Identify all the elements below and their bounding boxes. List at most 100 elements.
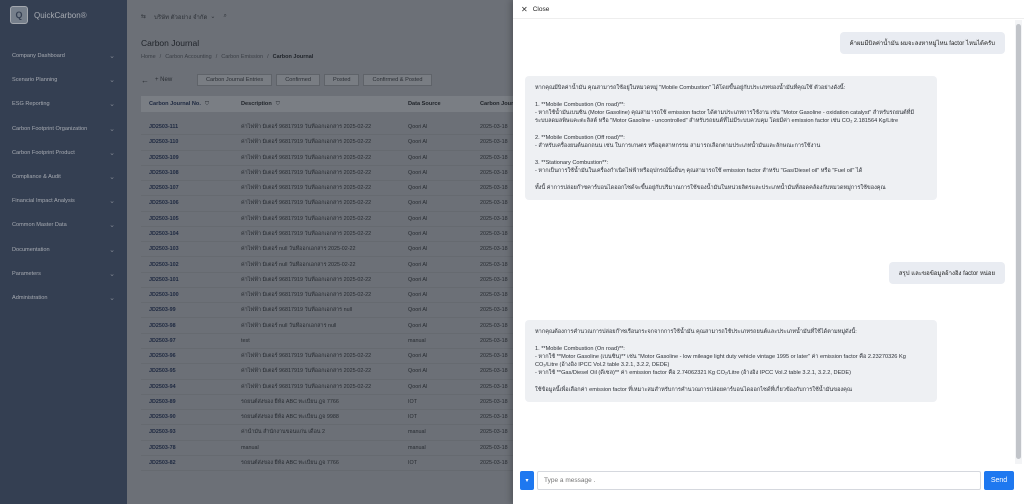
table-row[interactable]: JD2503-101 ค่าไฟฟ้า มิเตอร์ 96817919 วันท… [141,273,521,288]
close-button[interactable]: Close [533,6,550,13]
sidebar-item-financial-impact[interactable]: Financial Impact Analysis ⌄ [0,189,127,213]
table-row[interactable]: JD2503-110 ค่าไฟฟ้า มิเตอร์ 96817919 วันท… [141,135,521,151]
cell-journal-no[interactable]: JD2503-101 [141,277,233,283]
cell-journal-no[interactable]: JD2503-108 [141,170,233,176]
sidebar-item-carbon-footprint-organization[interactable]: Carbon Footprint Organization ⌄ [0,117,127,141]
cell-journal-no[interactable]: JD2503-97 [141,338,233,344]
company-selector[interactable]: บริษัท ตัวอย่าง จำกัด ⌄ [154,12,215,22]
table-row[interactable]: JD2503-100 ค่าไฟฟ้า มิเตอร์ 96817919 วันท… [141,288,521,304]
sidebar-item-parameters[interactable]: Parameters ⌄ [0,262,127,286]
table-row[interactable]: JD2503-90 รถยนต์ส่งของ ยี่ห้อ ABC ทะเบียน… [141,410,521,426]
table-row[interactable]: JD2503-82 รถยนต์ส่งของ ยี่ห้อ ABC ทะเบียน… [141,456,521,472]
table-header: Carbon Journal No. ⛉ Description ⛉ Data So… [141,96,521,112]
message-line: 1. **Mobile Combustion (On road)**: [535,345,625,352]
chevron-down-icon: ⌄ [109,198,115,206]
back-arrow-icon[interactable]: ← [141,76,155,85]
chat-scroll-thumb[interactable] [1016,24,1021,459]
close-icon[interactable]: ✕ [521,5,528,14]
message-input[interactable] [537,471,981,490]
cell-journal-no[interactable]: JD2503-90 [141,414,233,420]
cell-journal-no[interactable]: JD2503-95 [141,368,233,374]
send-button[interactable]: Send [984,471,1014,490]
header-data-source[interactable]: Data Source [400,101,472,107]
header-description[interactable]: Description ⛉ [233,101,400,108]
assistant-message-text: หากคุณต้องการคำนวณการปล่อยก๊าซเรือนกระจก… [535,328,927,394]
sidebar-item-compliance-audit[interactable]: Compliance & Audit ⌄ [0,165,127,189]
cell-journal-no[interactable]: JD2503-98 [141,323,233,329]
user-message: ค้าผมมีบิลค่าน้ำมัน ผมจะลงหาหมู่ไหน fact… [839,32,1005,54]
cell-journal-no[interactable]: JD2503-82 [141,460,233,466]
cell-journal-no[interactable]: JD2503-110 [141,139,233,145]
tab-confirmed[interactable]: Confirmed [276,74,321,86]
message-line: ทั้งนี้ ค่าการปล่อยก๊าซคาร์บอนไดออกไซด์จ… [535,184,886,191]
tab-posted[interactable]: Posted [324,74,360,86]
cell-description: test [241,337,250,344]
cell-journal-no[interactable]: JD2503-78 [141,445,233,451]
table-row[interactable]: JD2503-108 ค่าไฟฟ้า มิเตอร์ 96817919 วันท… [141,166,521,182]
journal-toolbar: ← + New Carbon Journal Entries Confirmed… [141,73,521,87]
cell-journal-no[interactable]: JD2503-105 [141,216,233,222]
cell-journal-no[interactable]: JD2503-102 [141,262,233,268]
table-row[interactable]: JD2503-111 ค่าไฟฟ้า มิเตอร์ 96817919 วันท… [141,120,521,136]
cell-journal-no[interactable]: JD2503-96 [141,353,233,359]
table-row[interactable]: JD2503-94 ค่าไฟฟ้า มิเตอร์ 96817919 วันที… [141,380,521,395]
table-row[interactable]: JD2503-109 ค่าไฟฟ้า มิเตอร์ 96817919 วันท… [141,151,521,166]
table-row[interactable]: JD2503-107 ค่าไฟฟ้า มิเตอร์ 96817919 วันท… [141,181,521,197]
table-row[interactable]: JD2503-102 ค่าไฟฟ้า มิเตอร์ null วันที่ออ… [141,257,521,273]
breadcrumb-home[interactable]: Home [141,54,156,60]
cell-journal-no[interactable]: JD2503-111 [141,124,233,130]
filter-icon[interactable]: ⛉ [276,101,280,107]
cell-journal-no[interactable]: JD2503-93 [141,429,233,435]
sidebar-item-administration[interactable]: Administration ⌄ [0,286,127,310]
cell-journal-no[interactable]: JD2503-89 [141,399,233,405]
table-row[interactable]: JD2503-99 ค่าไฟฟ้า มิเตอร์ 96817919 วันที… [141,303,521,319]
cell-data-source: Qoori AI [408,185,428,192]
cell-data-source: Qoori AI [408,154,428,161]
sidebar-item-carbon-footprint-product[interactable]: Carbon Footprint Product ⌄ [0,141,127,165]
tab-carbon-journal-entries[interactable]: Carbon Journal Entries [197,74,273,86]
table-row[interactable]: JD2503-103 ค่าไฟฟ้า มิเตอร์ null วันที่ออ… [141,242,521,258]
filter-icon[interactable]: ⛉ [205,101,209,107]
sidebar-item-documentation[interactable]: Documentation ⌄ [0,238,127,262]
table-row[interactable]: JD2503-96 ค่าไฟฟ้า มิเตอร์ 96817919 วันที… [141,349,521,365]
cell-description: ค่าไฟฟ้า มิเตอร์ 96817919 วันที่ออกเอกสา… [241,200,372,207]
table-row[interactable]: JD2503-93 ค่าน้ำมัน สำนักงานขอนแก่น เดือน… [141,425,521,441]
chevron-down-icon: ⌄ [109,101,115,109]
cell-description: ค่าไฟฟ้า มิเตอร์ null วันที่ออกเอกสาร 20… [241,261,356,268]
chevron-down-icon: ⌄ [109,246,115,254]
breadcrumb-carbon-accounting[interactable]: Carbon Accounting [165,54,211,60]
sidebar-item-company-dashboard[interactable]: Company Dashboard ⌄ [0,44,127,68]
table-row[interactable]: JD2503-105 ค่าไฟฟ้า มิเตอร์ 96817919 วันท… [141,212,521,227]
table-row[interactable]: JD2503-97 test manual 2025-03-18 [141,334,521,349]
breadcrumb-carbon-emission[interactable]: Carbon Emission [221,54,263,60]
cell-journal-no[interactable]: JD2503-107 [141,185,233,191]
new-button[interactable]: + New [155,77,197,83]
table-row[interactable]: JD2503-78 manual manual 2025-03-18 [141,441,521,456]
cell-description: ค่าไฟฟ้า มิเตอร์ 96817919 วันที่ออกเอกสา… [241,139,372,146]
cell-journal-no[interactable]: JD2503-104 [141,231,233,237]
cell-journal-no[interactable]: JD2503-106 [141,200,233,206]
header-journal-no[interactable]: Carbon Journal No. ⛉ [141,101,233,108]
cell-journal-no[interactable]: JD2503-99 [141,307,233,313]
tab-confirmed-posted[interactable]: Confirmed & Posted [363,74,432,86]
cell-description: ค่าไฟฟ้า มิเตอร์ null วันที่ออกเอกสาร nu… [241,322,337,329]
attach-button[interactable]: ▾ [520,471,534,490]
table-row[interactable]: JD2503-89 รถยนต์ส่งของ ยี่ห้อ ABC ทะเบียน… [141,395,521,411]
cell-journal-no[interactable]: JD2503-94 [141,384,233,390]
table-row[interactable]: JD2503-98 ค่าไฟฟ้า มิเตอร์ null วันที่ออก… [141,318,521,334]
search-icon[interactable]: ⌕ [223,13,226,20]
assistant-message: หากคุณมีบิลค่าน้ำมัน คุณสามารถใช้อยู่ในห… [525,76,937,200]
cell-journal-no[interactable]: JD2503-109 [141,155,233,161]
message-line: - หากเป็นการใช้น้ำมันในเครื่องกำเนิดไฟฟ้… [535,167,863,174]
cell-description: ค่าไฟฟ้า มิเตอร์ 96817919 วันที่ออกเอกสา… [241,169,372,176]
table-row[interactable]: JD2503-95 ค่าไฟฟ้า มิเตอร์ 96817919 วันที… [141,364,521,380]
table-row[interactable]: JD2503-106 ค่าไฟฟ้า มิเตอร์ 96817919 วันท… [141,196,521,212]
table-row[interactable]: JD2503-104 ค่าไฟฟ้า มิเตอร์ 96817919 วันท… [141,227,521,243]
cell-journal-no[interactable]: JD2503-103 [141,246,233,252]
brand[interactable]: Q QuickCarbon® [0,0,127,30]
collapse-sidebar-icon[interactable]: ⇆ [141,13,146,20]
sidebar-item-scenario-planning[interactable]: Scenario Planning ⌄ [0,68,127,92]
sidebar-item-common-master-data[interactable]: Common Master Data ⌄ [0,213,127,237]
sidebar-item-esg-reporting[interactable]: ESG Reporting ⌄ [0,92,127,116]
cell-journal-no[interactable]: JD2503-100 [141,292,233,298]
